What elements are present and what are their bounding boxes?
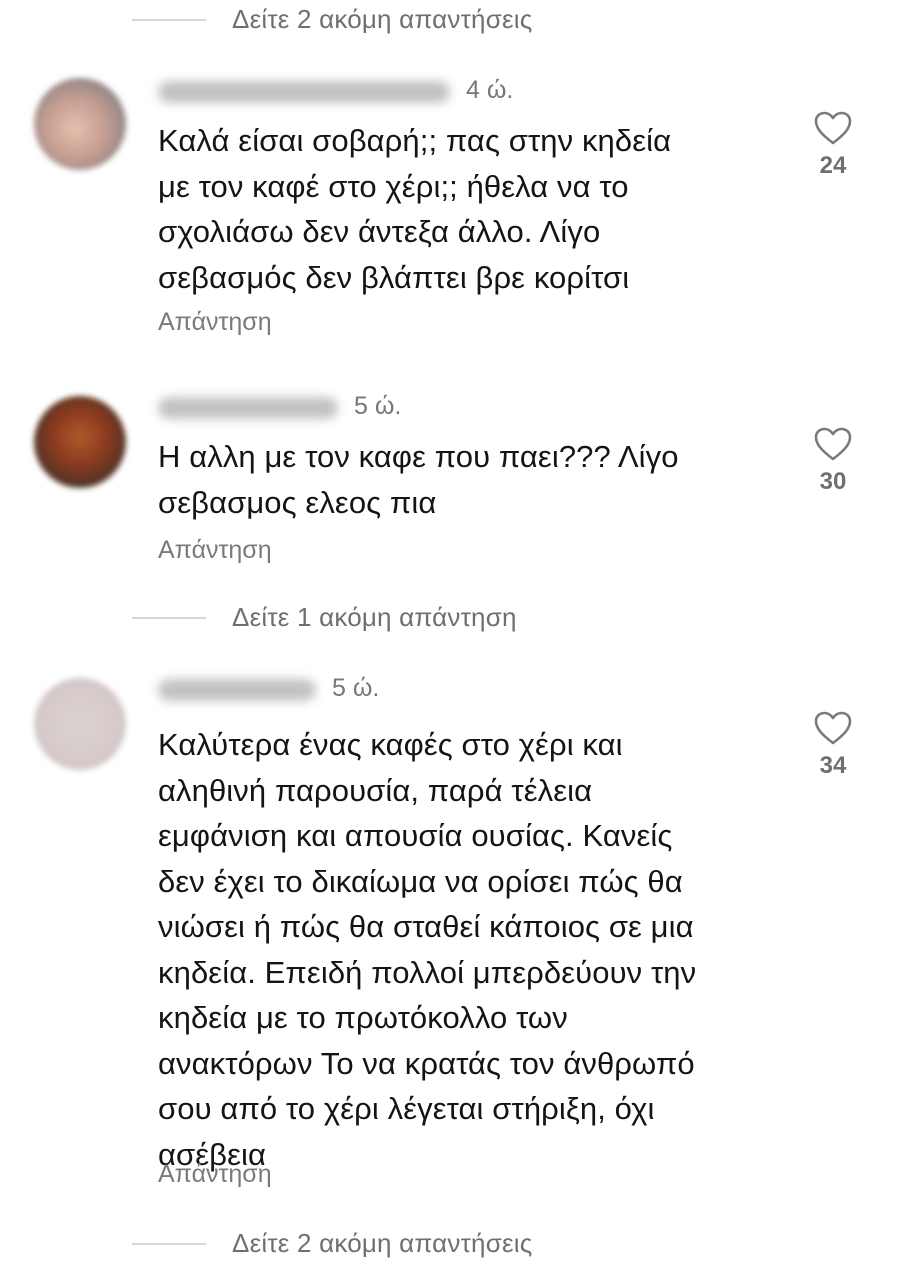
like-count: 24: [819, 152, 847, 179]
like-button[interactable]: 34: [800, 710, 866, 780]
view-more-replies-bottom[interactable]: Δείτε 2 ακόμη απαντήσεις: [0, 1224, 900, 1264]
username-blurred[interactable]: [158, 679, 316, 701]
reply-button[interactable]: Απάντηση: [158, 1160, 272, 1189]
comment-text: Η αλλη με τον καφε που παει??? Λίγο σεβα…: [158, 439, 679, 520]
view-more-replies-label[interactable]: Δείτε 2 ακόμη απαντήσεις: [232, 1228, 532, 1259]
like-button[interactable]: 30: [800, 426, 866, 496]
view-more-replies-label[interactable]: Δείτε 2 ακόμη απαντήσεις: [232, 4, 532, 35]
heart-outline-icon: [814, 427, 852, 461]
comment-text: Καλά είσαι σοβαρή;; πας στην κηδεία με τ…: [158, 123, 672, 295]
avatar[interactable]: [34, 78, 126, 170]
like-button[interactable]: 24: [800, 110, 866, 180]
like-count: 34: [819, 752, 847, 779]
avatar[interactable]: [34, 396, 126, 488]
view-more-replies-label[interactable]: Δείτε 1 ακόμη απάντηση: [232, 602, 517, 633]
username-blurred[interactable]: [158, 81, 450, 103]
comment-time: 5 ώ.: [354, 392, 402, 420]
comment-time: 4 ώ.: [466, 76, 514, 104]
comment-time: 5 ώ.: [332, 674, 380, 702]
heart-outline-icon: [814, 711, 852, 745]
divider-line: [132, 1243, 206, 1245]
comment-text: Καλύτερα ένας καφές στο χέρι και αληθινή…: [158, 727, 697, 1172]
divider-line: [132, 617, 206, 619]
heart-outline-icon: [814, 111, 852, 145]
avatar[interactable]: [34, 678, 126, 770]
reply-button[interactable]: Απάντηση: [158, 308, 272, 337]
username-blurred[interactable]: [158, 397, 338, 419]
view-more-replies-middle[interactable]: Δείτε 1 ακόμη απάντηση: [0, 598, 900, 638]
reply-button[interactable]: Απάντηση: [158, 536, 272, 565]
view-more-replies-top[interactable]: Δείτε 2 ακόμη απαντήσεις: [0, 0, 900, 40]
divider-line: [132, 19, 206, 21]
like-count: 30: [819, 468, 847, 495]
